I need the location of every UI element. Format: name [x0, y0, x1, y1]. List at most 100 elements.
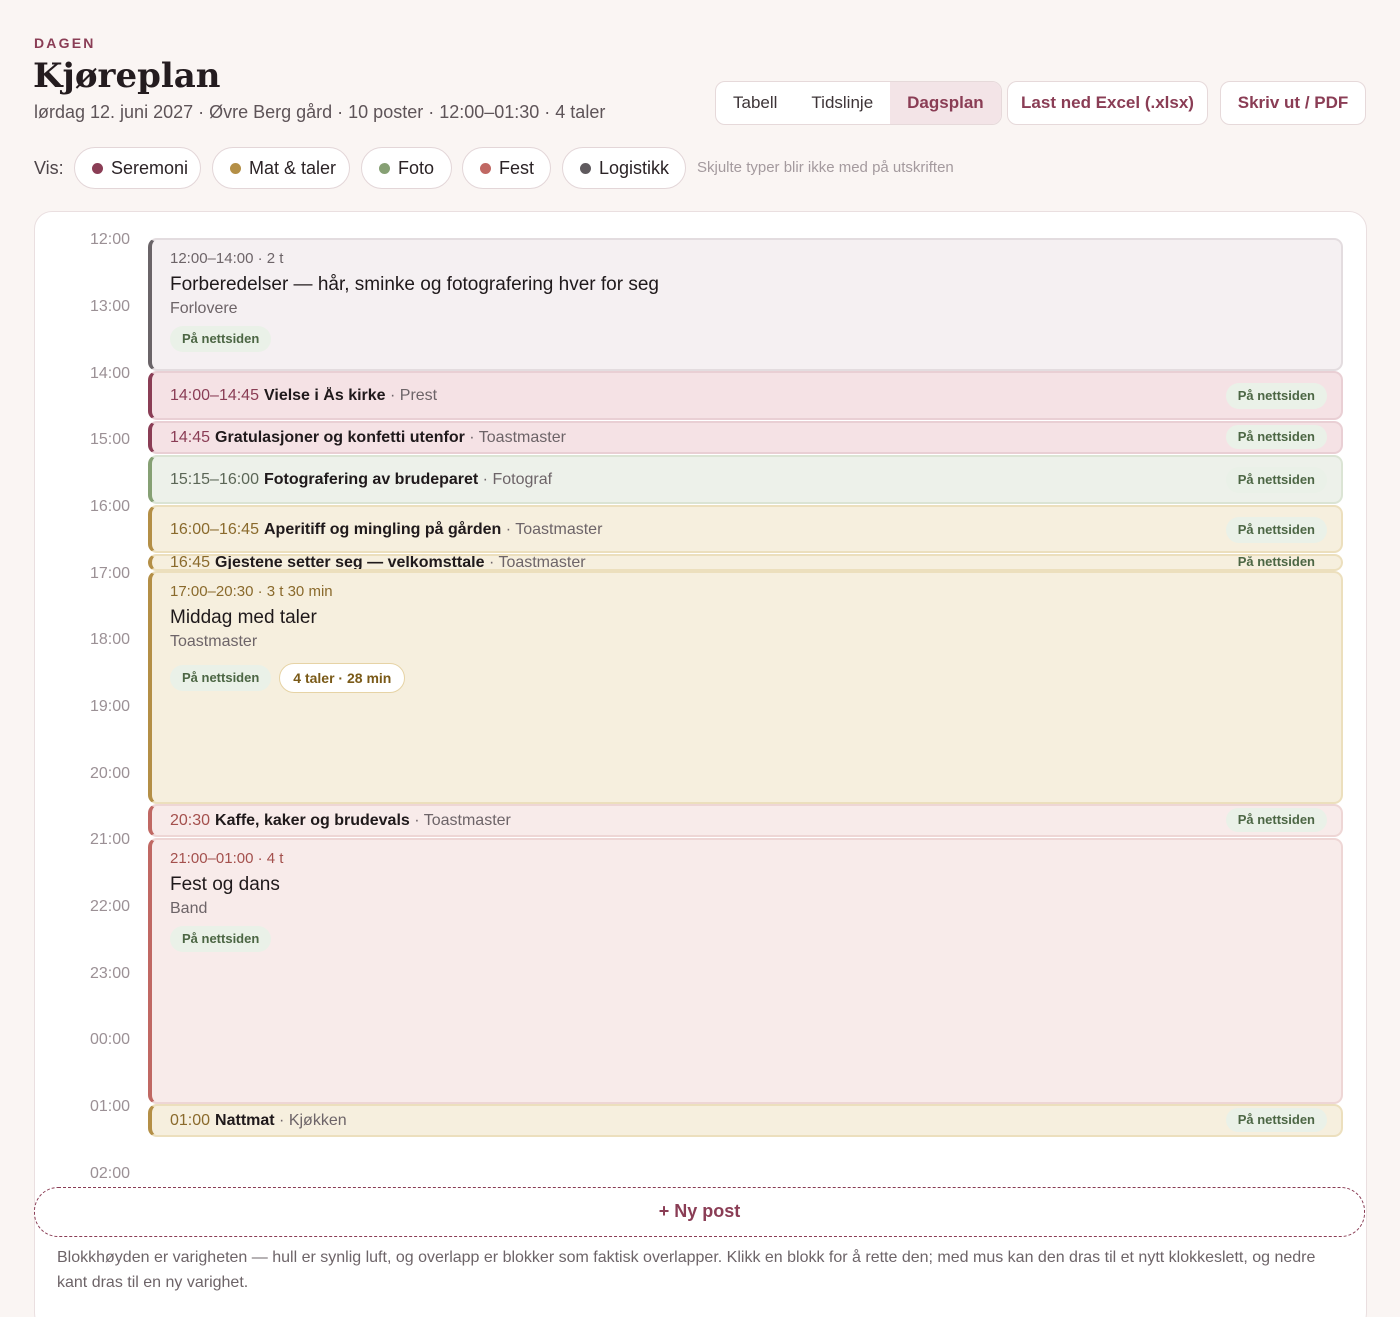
chip-label: Seremoni — [111, 157, 189, 178]
event-block-middag[interactable]: 17:00–20:30 · 3 t 30 min Middag med tale… — [148, 571, 1343, 804]
hour-label: 23:00 — [89, 965, 130, 982]
web-badge: På nettsiden — [1225, 808, 1327, 832]
web-badge: På nettsiden — [1225, 517, 1327, 543]
event-responsible: Prest — [399, 387, 438, 404]
new-post-button[interactable]: + Ny post — [34, 1187, 1365, 1237]
web-badge: På nettsiden — [1225, 383, 1327, 409]
web-badge: På nettsiden — [1225, 467, 1327, 493]
hour-label: 19:00 — [89, 698, 130, 715]
hour-label: 16:00 — [89, 498, 130, 515]
hour-label: 18:00 — [89, 631, 130, 648]
event-title: Fest og dans — [170, 874, 280, 895]
event-block-aperitiff[interactable]: 16:00–16:45 Aperitiff og mingling på gård… — [148, 505, 1343, 553]
filter-chip-logistikk[interactable]: Logistikk — [562, 147, 686, 189]
event-block-forberedelser[interactable]: 12:00–14:00 · 2 t Forberedelser — hår, s… — [148, 238, 1343, 371]
event-time: 16:45 — [170, 554, 211, 571]
mat-taler-dot-icon — [230, 162, 241, 174]
event-time: 17:00–20:30 · 3 t 30 min — [170, 583, 333, 600]
web-badge: På nettsiden — [170, 326, 272, 352]
event-responsible: Toastmaster — [478, 429, 566, 446]
event-responsible: Kjøkken — [288, 1112, 347, 1129]
chip-label: Mat & taler — [249, 157, 337, 178]
web-badge: På nettsiden — [170, 926, 272, 952]
event-time: 20:30 — [170, 812, 211, 829]
page-subtitle: lørdag 12. juni 2027 · Øvre Berg gård · … — [34, 102, 606, 122]
footnote: Blokkhøyden er varigheten — hull er synl… — [57, 1249, 1316, 1291]
event-title: Fotografering av brudeparet — [263, 471, 479, 488]
page-title: Kjøreplan — [33, 56, 221, 96]
event-title: Forberedelser — hår, sminke og fotografe… — [170, 274, 659, 295]
event-separator: · — [484, 554, 499, 571]
event-block-fotografering[interactable]: 15:15–16:00 Fotografering av brudeparet ·… — [148, 455, 1343, 504]
event-responsible: Toastmaster — [170, 633, 258, 650]
event-responsible: Band — [170, 900, 208, 917]
hour-label: 20:00 — [89, 765, 130, 782]
event-title: Middag med taler — [170, 607, 317, 628]
event-responsible: Toastmaster — [498, 554, 586, 571]
event-separator: · — [501, 521, 516, 538]
hour-label: 01:00 — [89, 1098, 130, 1115]
chip-label: Foto — [398, 157, 435, 178]
hour-label: 02:00 — [89, 1165, 130, 1182]
event-responsible: Forlovere — [170, 300, 238, 317]
seremoni-dot-icon — [92, 162, 103, 174]
logistikk-dot-icon — [580, 162, 591, 174]
event-block-fest-og-dans[interactable]: 21:00–01:00 · 4 t Fest og dans Band På n… — [148, 838, 1343, 1104]
event-block-nattmat[interactable]: 01:00 Nattmat · Kjøkken På nettsiden — [148, 1104, 1343, 1137]
event-title: Nattmat — [215, 1112, 275, 1129]
event-time: 12:00–14:00 · 2 t — [170, 250, 284, 267]
event-time: 15:15–16:00 — [170, 471, 259, 488]
hour-label: 12:00 — [89, 231, 130, 248]
eyebrow: DAGEN — [34, 35, 96, 51]
filter-chip-mat-taler[interactable]: Mat & taler — [212, 147, 350, 189]
hour-label: 14:00 — [89, 365, 130, 382]
print-pdf-button[interactable]: Skriv ut / PDF — [1220, 81, 1366, 125]
event-time: 16:00–16:45 — [170, 521, 259, 538]
event-time: 01:00 — [170, 1112, 211, 1129]
web-badge: På nettsiden — [170, 665, 272, 691]
hour-label: 21:00 — [89, 831, 130, 848]
hour-label: 13:00 — [89, 298, 130, 315]
event-block-vielse[interactable]: 14:00–14:45 Vielse i Ås kirke · Prest På … — [148, 371, 1343, 420]
event-responsible: Toastmaster — [515, 521, 603, 538]
tab-tabell[interactable]: Tabell — [716, 82, 794, 124]
view-switcher: Tabell Tidslinje Dagsplan — [715, 81, 1002, 125]
foto-dot-icon — [379, 162, 390, 174]
filter-chip-fest[interactable]: Fest — [462, 147, 551, 189]
event-separator: · — [409, 812, 424, 829]
hour-label: 22:00 — [89, 898, 130, 915]
filter-hint: Skjulte typer blir ikke med på utskrifte… — [697, 159, 954, 176]
download-excel-button[interactable]: Last ned Excel (.xlsx) — [1007, 81, 1208, 125]
chip-label: Logistikk — [599, 157, 670, 178]
hour-label: 17:00 — [89, 565, 130, 582]
fest-dot-icon — [480, 162, 491, 174]
filter-chip-foto[interactable]: Foto — [361, 147, 452, 189]
hour-label: 15:00 — [89, 431, 130, 448]
event-block-kaffe[interactable]: 20:30 Kaffe, kaker og brudevals · Toastma… — [148, 804, 1343, 837]
event-responsible: Fotograf — [492, 471, 553, 488]
event-block-velkomsttale[interactable]: 16:45 Gjestene setter seg — velkomsttale … — [148, 554, 1343, 571]
event-separator: · — [274, 1112, 289, 1129]
speeches-badge[interactable]: 4 taler · 28 min — [279, 663, 406, 693]
event-title: Kaffe, kaker og brudevals — [215, 812, 410, 829]
event-title: Gratulasjoner og konfetti utenfor — [215, 429, 465, 446]
filter-chip-seremoni[interactable]: Seremoni — [74, 147, 201, 189]
hour-label: 00:00 — [89, 1031, 130, 1048]
event-title: Gjestene setter seg — velkomsttale — [215, 554, 485, 571]
web-badge: På nettsiden — [1225, 1108, 1327, 1132]
event-time: 14:45 — [170, 429, 211, 446]
event-separator: · — [385, 387, 400, 404]
event-title: Vielse i Ås kirke — [263, 387, 386, 404]
web-badge: På nettsiden — [1237, 554, 1315, 569]
chip-label: Fest — [499, 157, 535, 178]
event-block-gratulasjoner[interactable]: 14:45 Gratulasjoner og konfetti utenfor ·… — [148, 421, 1343, 454]
event-responsible: Toastmaster — [423, 812, 511, 829]
event-time: 14:00–14:45 — [170, 387, 259, 404]
tab-dagsplan[interactable]: Dagsplan — [890, 82, 1001, 124]
web-badge: På nettsiden — [1225, 425, 1327, 449]
event-separator: · — [464, 429, 479, 446]
event-time: 21:00–01:00 · 4 t — [170, 850, 284, 867]
event-separator: · — [478, 471, 493, 488]
tab-tidslinje[interactable]: Tidslinje — [794, 82, 890, 124]
event-title: Aperitiff og mingling på gården — [263, 521, 502, 538]
